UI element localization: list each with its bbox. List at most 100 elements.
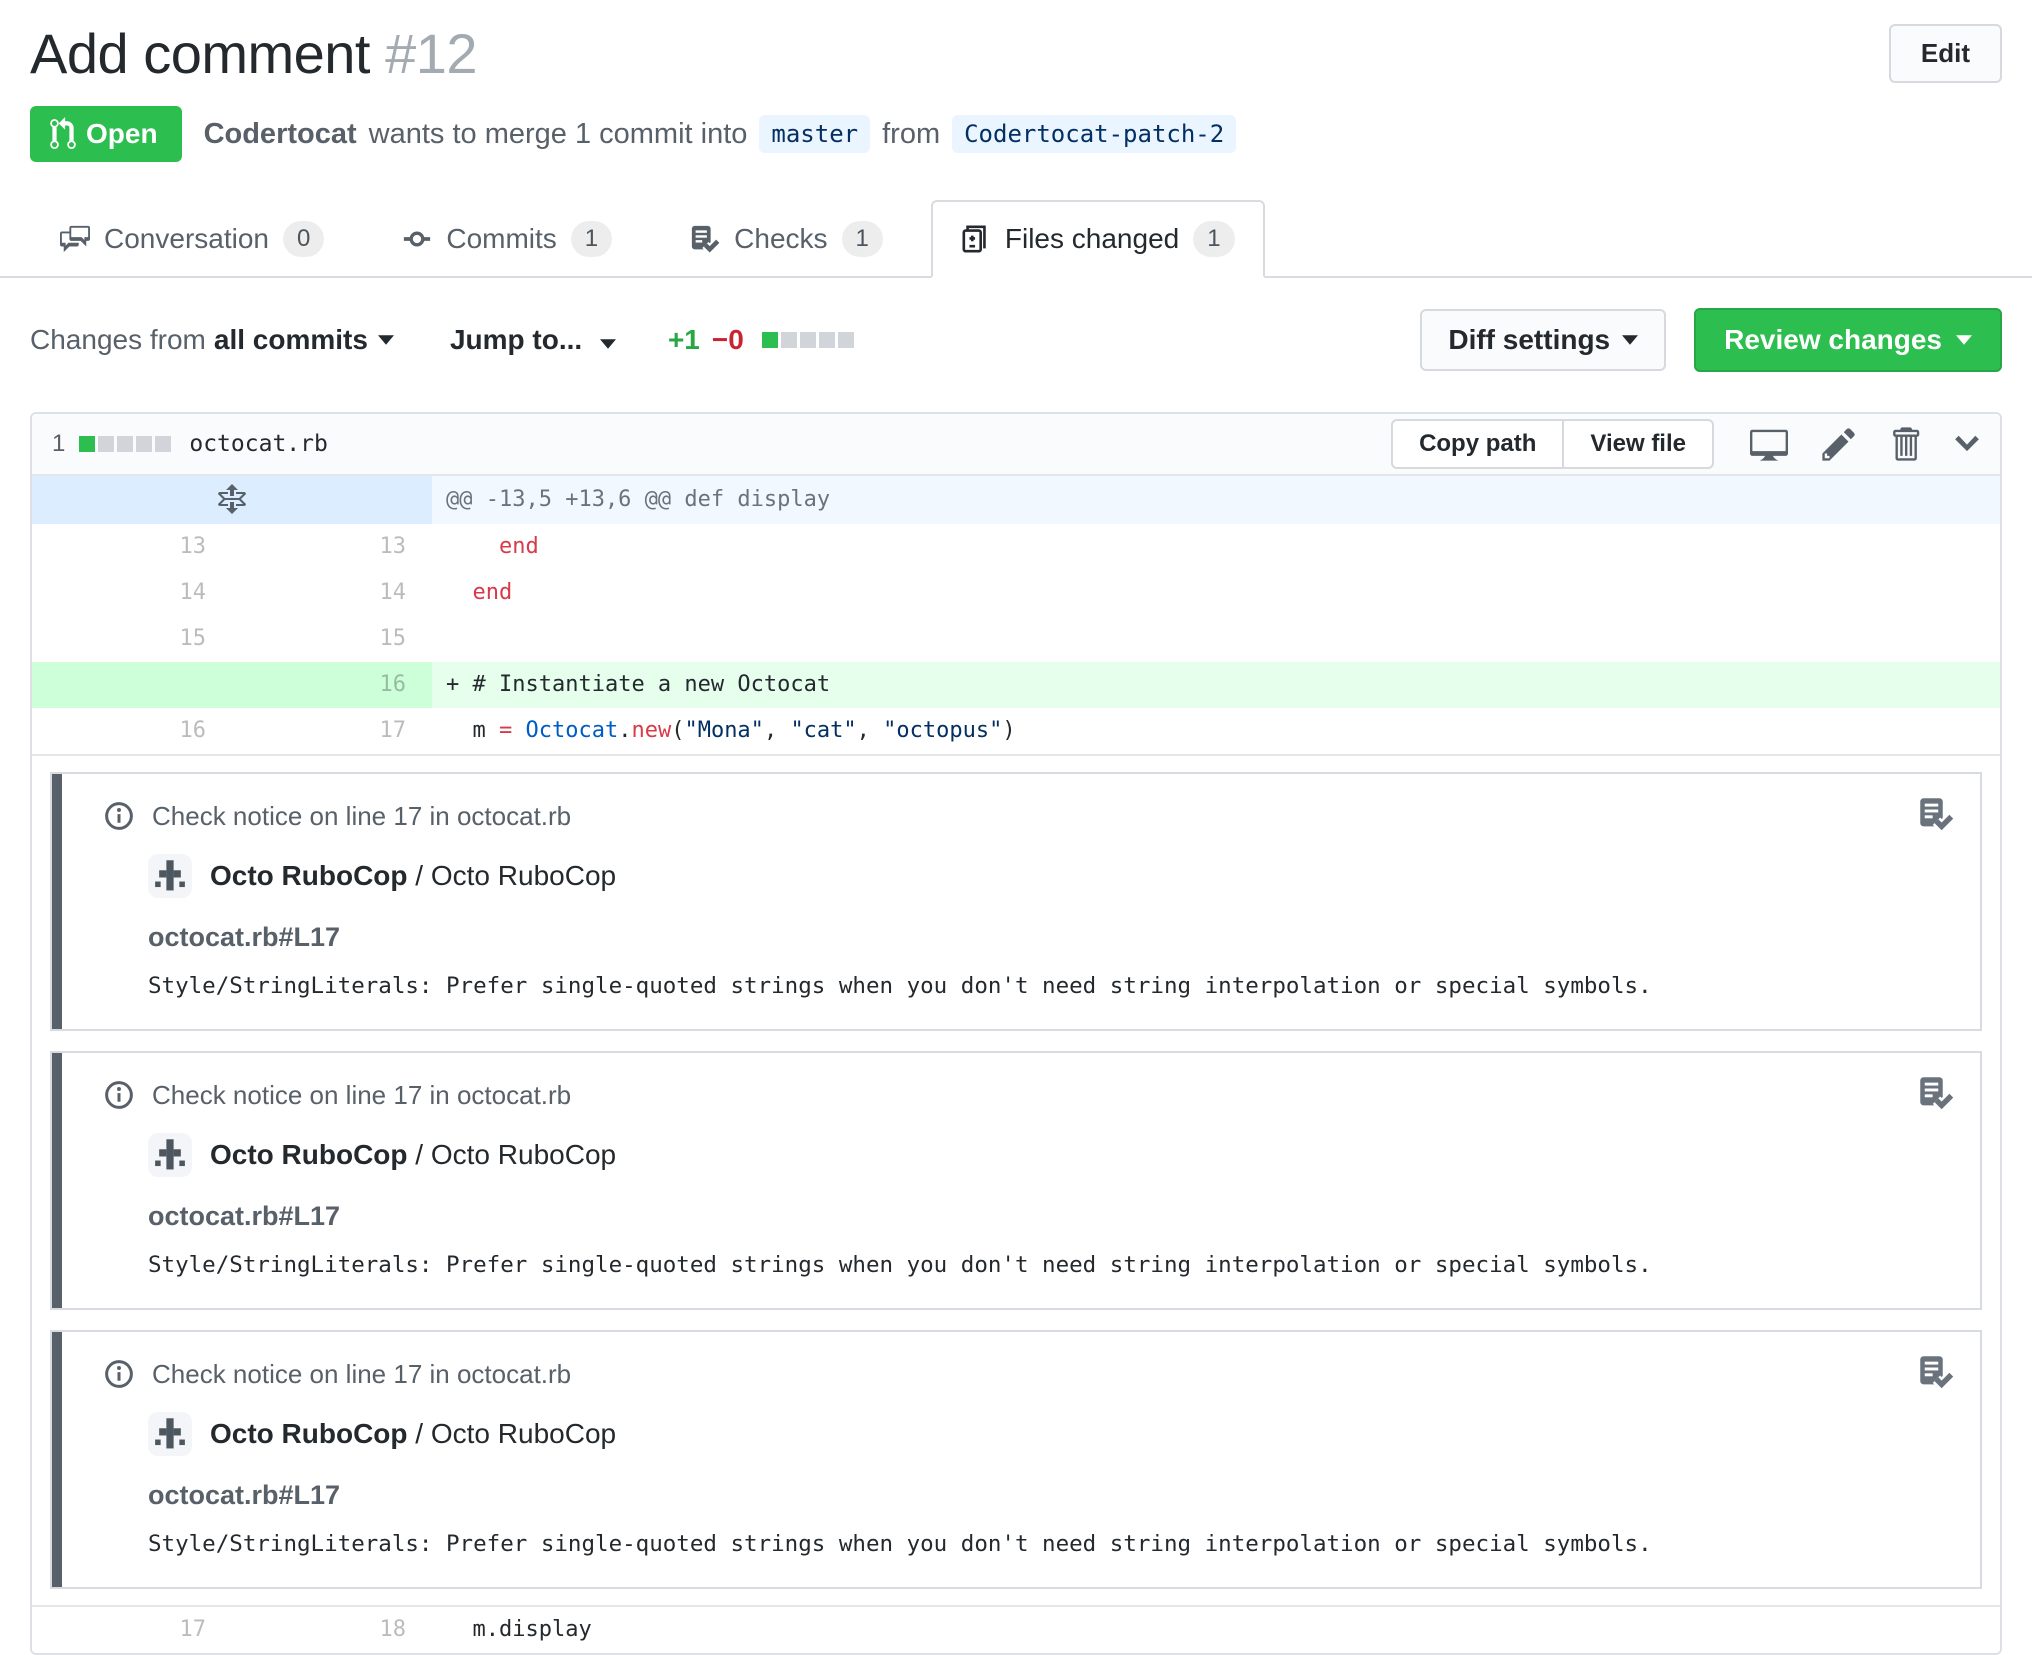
- code-line: m.display: [446, 1617, 592, 1642]
- code-line: + # Instantiate a new Octocat: [432, 662, 2000, 708]
- annotation-app-name: Octo RuboCop / Octo RuboCop: [210, 860, 617, 891]
- old-line-number[interactable]: 16: [32, 708, 232, 754]
- new-line-number[interactable]: 13: [232, 524, 432, 570]
- file-name[interactable]: octocat.rb: [189, 431, 327, 457]
- tab-files-changed[interactable]: Files changed 1: [930, 200, 1265, 278]
- tab-counter: 1: [841, 221, 883, 257]
- app-name-link[interactable]: Octo RuboCop: [210, 1418, 408, 1449]
- review-changes-label: Review changes: [1724, 324, 1942, 355]
- unfold-icon: [217, 484, 247, 516]
- tab-commits[interactable]: Commits 1: [372, 200, 642, 278]
- info-icon: [104, 1359, 134, 1389]
- old-line-number[interactable]: 15: [32, 616, 232, 662]
- git-commit-icon: [402, 224, 432, 254]
- edit-button[interactable]: Edit: [1888, 24, 2002, 83]
- file-diff-icon: [961, 224, 991, 254]
- new-line-number[interactable]: 17: [232, 708, 432, 754]
- rubocop-app-icon[interactable]: [148, 1133, 192, 1177]
- tab-label: Commits: [446, 223, 557, 254]
- additions-count: +1: [667, 324, 700, 355]
- diff-row-14: 14 14 end: [32, 570, 2000, 616]
- view-check-button[interactable]: [1918, 1075, 1954, 1111]
- view-check-button[interactable]: [1918, 1354, 1954, 1390]
- old-line-number[interactable]: 14: [32, 570, 232, 616]
- jump-to-dropdown[interactable]: Jump to...: [450, 324, 616, 356]
- review-changes-button[interactable]: Review changes: [1694, 308, 2002, 372]
- hunk-header-text: @@ -13,5 +13,6 @@ def display: [432, 476, 2000, 524]
- check-annotations: Check notice on line 17 in octocat.rb Oc…: [32, 754, 2000, 1605]
- delete-file-button[interactable]: [1890, 425, 1920, 463]
- checklist-icon: [690, 224, 721, 254]
- annotation-path-line: octocat.rb#L17: [148, 1201, 341, 1231]
- edit-file-button[interactable]: [1822, 425, 1856, 463]
- annotation-app-row: Octo RuboCop / Octo RuboCop: [148, 1133, 1952, 1177]
- diff-row-18: 17 18 m.display: [32, 1605, 2000, 1653]
- deletions-count: −0: [711, 324, 744, 355]
- base-branch-label[interactable]: master: [759, 115, 871, 153]
- annotation-header-text: Check notice on line 17 in octocat.rb: [152, 801, 572, 831]
- new-line-number[interactable]: 14: [232, 570, 432, 616]
- head-branch-label[interactable]: Codertocat-patch-2: [952, 115, 1237, 153]
- pr-meta: Open Codertocat wants to merge 1 commit …: [30, 106, 2002, 162]
- diff-settings-button[interactable]: Diff settings: [1420, 309, 1667, 371]
- author-link[interactable]: Codertocat: [204, 118, 357, 151]
- old-line-number[interactable]: 13: [32, 524, 232, 570]
- changes-from-dropdown[interactable]: Changes from all commits: [30, 324, 394, 356]
- chevron-down-icon: [1956, 335, 1972, 345]
- collapse-file-button[interactable]: [1954, 425, 1980, 463]
- state-badge-label: Open: [86, 118, 158, 149]
- tab-label: Checks: [734, 223, 828, 254]
- file-diffstat-blocks: [79, 436, 172, 452]
- diffstat-block-gray: [837, 332, 854, 348]
- tab-checks[interactable]: Checks 1: [660, 200, 913, 278]
- file-button-group: Copy path View file: [1391, 419, 1714, 469]
- rich-diff-button[interactable]: [1750, 425, 1788, 463]
- info-icon: [104, 801, 134, 831]
- old-line-number[interactable]: [32, 662, 232, 708]
- annotation-accent-bar: [52, 1053, 62, 1308]
- new-line-number[interactable]: 15: [232, 616, 432, 662]
- changes-from-label: Changes from: [30, 324, 206, 355]
- annotation-app-row: Octo RuboCop / Octo RuboCop: [148, 1412, 1952, 1456]
- diff-row-15: 15 15: [32, 616, 2000, 662]
- new-line-number[interactable]: 18: [232, 1607, 432, 1653]
- diff-row-13: 13 13 end: [32, 524, 2000, 570]
- app-name-link[interactable]: Octo RuboCop: [210, 860, 408, 891]
- tab-label: Conversation: [104, 223, 269, 254]
- chevron-down-icon: [1954, 425, 1980, 463]
- view-check-button[interactable]: [1918, 796, 1954, 832]
- tab-label: Files changed: [1004, 223, 1180, 254]
- view-file-button[interactable]: View file: [1562, 419, 1714, 469]
- annotation-header: Check notice on line 17 in octocat.rb: [76, 800, 1952, 832]
- device-desktop-icon: [1750, 425, 1788, 463]
- byline-from: from: [882, 117, 941, 150]
- trashcan-icon: [1890, 425, 1920, 463]
- comment-discussion-icon: [60, 224, 90, 254]
- expand-hunk-button[interactable]: [32, 476, 432, 524]
- tab-counter: 0: [282, 221, 325, 257]
- annotation-app-name: Octo RuboCop / Octo RuboCop: [210, 1139, 617, 1170]
- tab-conversation[interactable]: Conversation 0: [30, 200, 354, 278]
- annotation-app-row: Octo RuboCop / Octo RuboCop: [148, 854, 1952, 898]
- old-line-number[interactable]: 17: [32, 1607, 232, 1653]
- rubocop-app-icon[interactable]: [148, 1412, 192, 1456]
- page-title: Add comment #12: [30, 18, 477, 90]
- pr-title-text: Add comment: [30, 22, 371, 85]
- file-stat-count: 1: [52, 430, 66, 457]
- diffstat-block-gray: [780, 332, 797, 348]
- diffstat-block-gray: [799, 332, 816, 348]
- check-annotation-card: Check notice on line 17 in octocat.rb Oc…: [50, 1051, 1982, 1310]
- new-line-number[interactable]: 16: [232, 662, 432, 708]
- code-line: end: [498, 534, 539, 559]
- annotation-message: Style/StringLiterals: Prefer single-quot…: [148, 1252, 1652, 1278]
- copy-path-button[interactable]: Copy path: [1391, 419, 1565, 469]
- diffstat-block-gray: [155, 436, 172, 452]
- annotation-path-line: octocat.rb#L17: [148, 1480, 341, 1510]
- rubocop-app-icon[interactable]: [148, 854, 192, 898]
- app-name-link[interactable]: Octo RuboCop: [210, 1139, 408, 1170]
- check-name: Octo RuboCop: [430, 1139, 617, 1170]
- diffstat-block-gray: [117, 436, 134, 452]
- file-header: 1 octocat.rb Copy path View file: [32, 414, 2000, 476]
- diffstat-block-green: [79, 436, 96, 452]
- annotation-accent-bar: [52, 1332, 62, 1587]
